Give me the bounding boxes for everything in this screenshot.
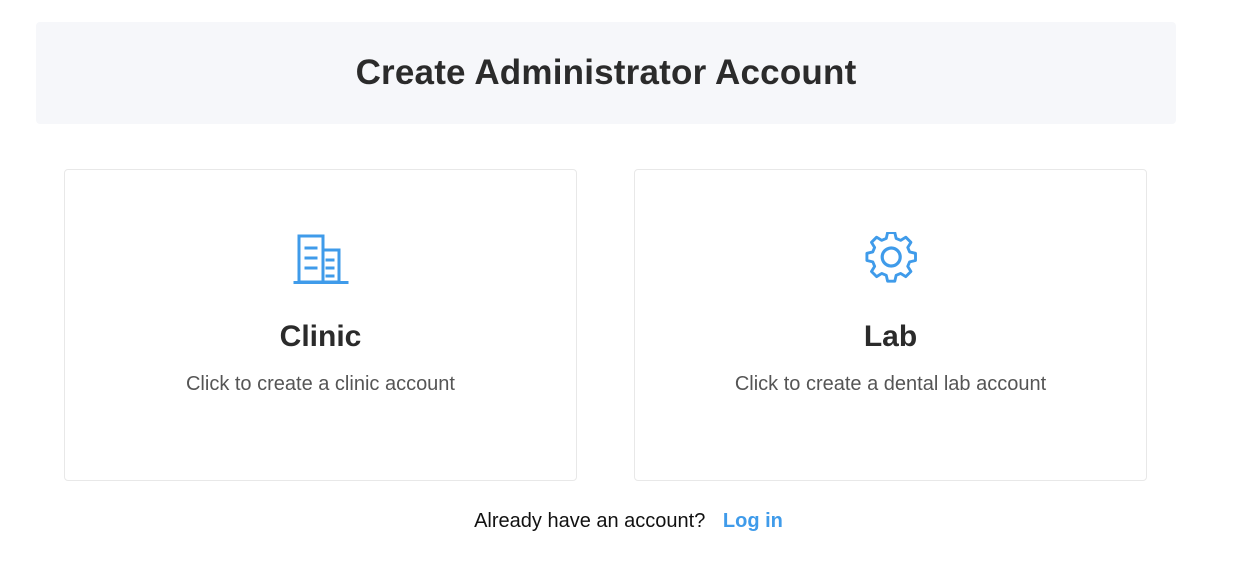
login-prompt: Already have an account? Log in [0,510,1247,533]
building-icon [293,232,349,288]
page: Create Administrator Account Clinic Clic… [0,0,1247,578]
clinic-card[interactable]: Clinic Click to create a clinic account [64,169,577,481]
gear-icon [863,232,919,288]
clinic-description: Click to create a clinic account [185,373,455,395]
clinic-title: Clinic [279,320,362,353]
lab-description: Click to create a dental lab account [734,373,1047,395]
lab-title: Lab [863,320,918,353]
page-title: Create Administrator Account [355,53,857,92]
lab-card[interactable]: Lab Click to create a dental lab account [634,169,1147,481]
page-header: Create Administrator Account [36,22,1176,124]
login-prompt-text: Already have an account? [474,510,706,532]
login-link[interactable]: Log in [723,510,783,532]
